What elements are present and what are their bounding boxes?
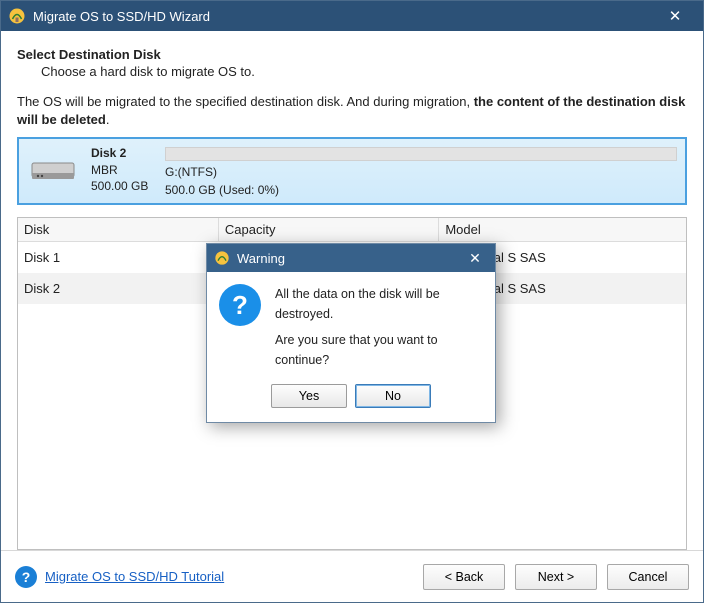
app-icon xyxy=(7,6,27,26)
dialog-title: Warning xyxy=(237,251,461,266)
question-icon: ? xyxy=(219,284,261,326)
dialog-buttons: Yes No xyxy=(207,384,495,422)
selected-disk-size: 500.00 GB xyxy=(91,178,153,194)
back-button[interactable]: < Back xyxy=(423,564,505,590)
window-title: Migrate OS to SSD/HD Wizard xyxy=(33,9,653,24)
tutorial-link-group: ? Migrate OS to SSD/HD Tutorial xyxy=(15,566,413,588)
disk-icon xyxy=(27,151,79,191)
titlebar: Migrate OS to SSD/HD Wizard ✕ xyxy=(1,1,703,31)
close-icon[interactable]: ✕ xyxy=(653,1,697,31)
selected-disk-scheme: MBR xyxy=(91,162,153,178)
intro-post: . xyxy=(106,112,110,127)
close-icon[interactable]: ✕ xyxy=(461,246,489,270)
selected-disk-name: Disk 2 xyxy=(91,145,153,161)
page-subheading: Choose a hard disk to migrate OS to. xyxy=(41,64,687,79)
col-capacity[interactable]: Capacity xyxy=(218,218,438,242)
dialog-app-icon xyxy=(213,249,231,267)
warning-dialog: Warning ✕ ? All the data on the disk wil… xyxy=(206,243,496,423)
selected-disk-usage-text: 500.0 GB (Used: 0%) xyxy=(165,183,677,197)
help-icon[interactable]: ? xyxy=(15,566,37,588)
cell-disk: Disk 2 xyxy=(18,273,218,304)
cancel-button[interactable]: Cancel xyxy=(607,564,689,590)
intro-text: The OS will be migrated to the specified… xyxy=(17,93,687,129)
disk-usage-bar xyxy=(165,147,677,161)
cell-disk: Disk 1 xyxy=(18,242,218,274)
selected-disk-usage: G:(NTFS) 500.0 GB (Used: 0%) xyxy=(165,145,677,197)
yes-button[interactable]: Yes xyxy=(271,384,347,408)
tutorial-link[interactable]: Migrate OS to SSD/HD Tutorial xyxy=(45,569,224,584)
no-button[interactable]: No xyxy=(355,384,431,408)
selected-disk-meta: Disk 2 MBR 500.00 GB xyxy=(91,145,153,194)
selected-disk-volume: G:(NTFS) xyxy=(165,165,677,179)
intro-pre: The OS will be migrated to the specified… xyxy=(17,94,474,109)
dialog-line1: All the data on the disk will be destroy… xyxy=(275,284,483,324)
selected-disk-panel: Disk 2 MBR 500.00 GB G:(NTFS) 500.0 GB (… xyxy=(17,137,687,205)
col-model[interactable]: Model xyxy=(439,218,686,242)
page-heading: Select Destination Disk xyxy=(17,47,687,62)
next-button[interactable]: Next > xyxy=(515,564,597,590)
dialog-titlebar: Warning ✕ xyxy=(207,244,495,272)
col-disk[interactable]: Disk xyxy=(18,218,218,242)
dialog-body: ? All the data on the disk will be destr… xyxy=(207,272,495,384)
dialog-message: All the data on the disk will be destroy… xyxy=(275,284,483,370)
wizard-footer: ? Migrate OS to SSD/HD Tutorial < Back N… xyxy=(1,550,703,602)
dialog-line2: Are you sure that you want to continue? xyxy=(275,330,483,370)
